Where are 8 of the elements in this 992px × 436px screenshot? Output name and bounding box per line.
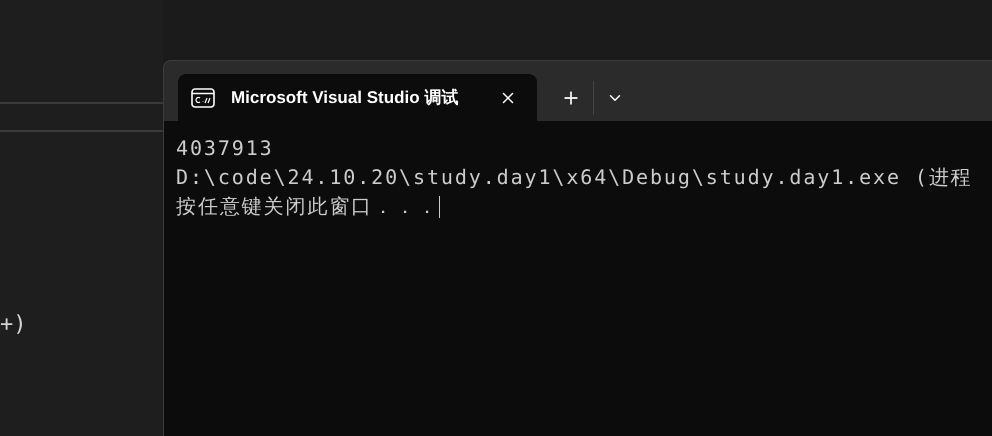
terminal-icon bbox=[191, 88, 215, 108]
console-line: D:\code\24.10.20\study.day1\x64\Debug\study.day1.exe (进程 bbox=[176, 164, 973, 191]
code-fragment: +) bbox=[0, 312, 26, 338]
text-cursor bbox=[438, 196, 440, 218]
terminal-tab[interactable]: Microsoft Visual Studio 调试 bbox=[178, 74, 537, 121]
tab-title: Microsoft Visual Studio 调试 bbox=[231, 86, 460, 109]
console-line: 按任意键关闭此窗口．．． bbox=[176, 193, 439, 220]
console-line: 4037913 bbox=[176, 135, 274, 162]
